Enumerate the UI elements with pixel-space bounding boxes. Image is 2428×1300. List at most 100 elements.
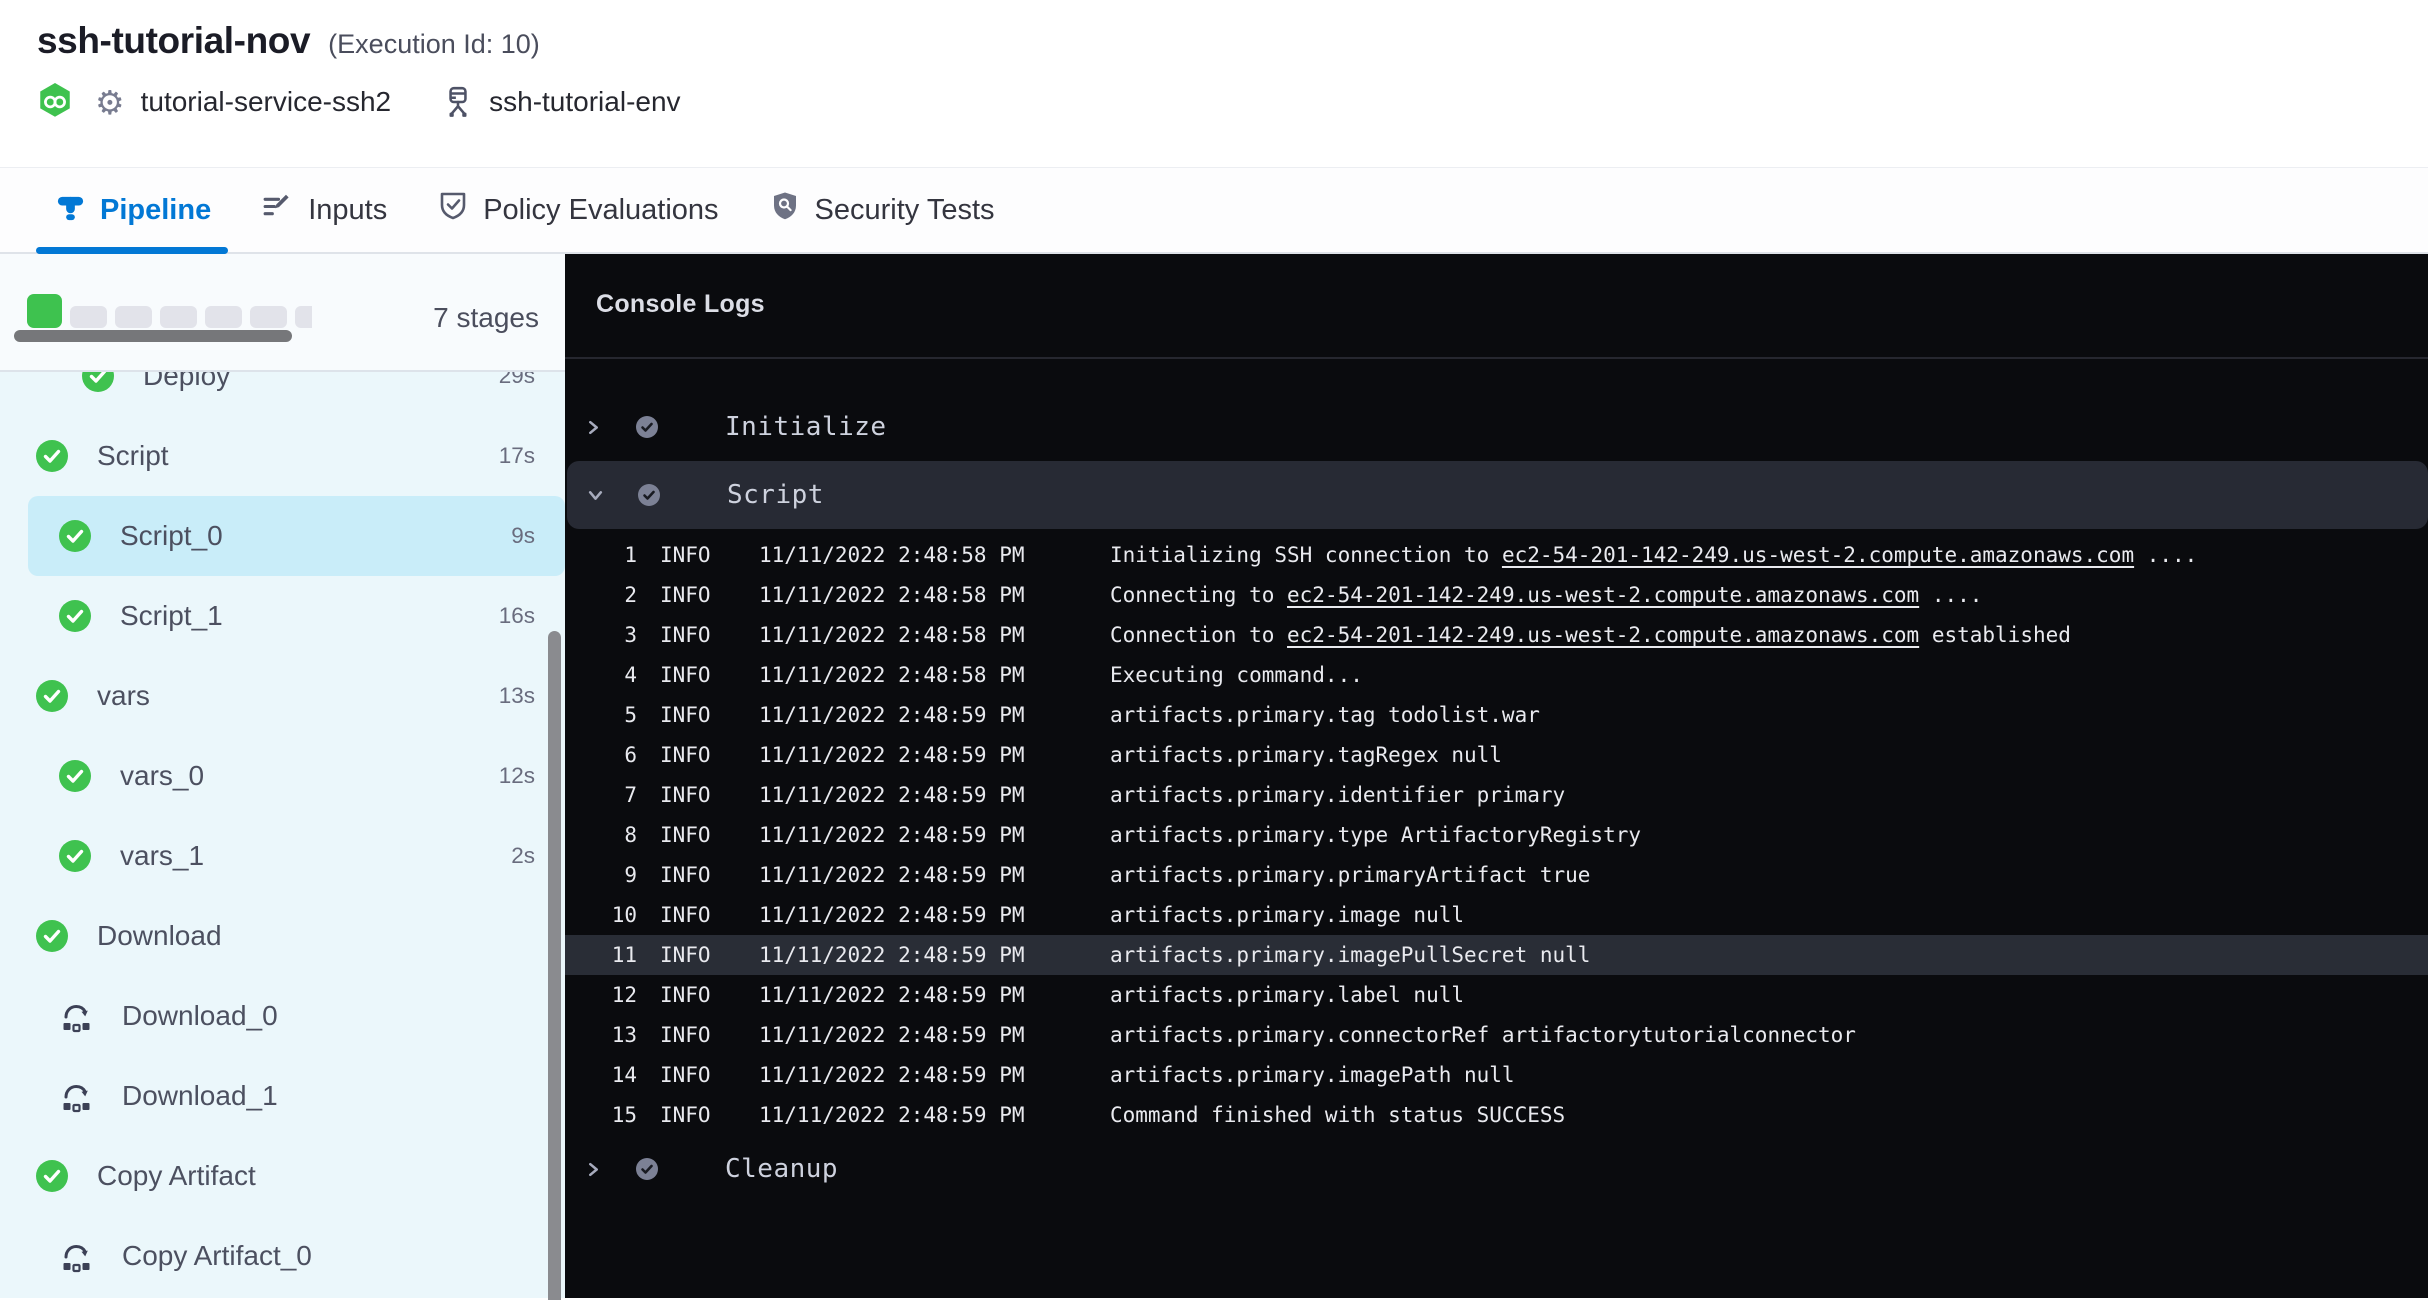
- tab-policy-evaluations[interactable]: Policy Evaluations: [437, 168, 718, 252]
- log-row-12: 12INFO11/11/2022 2:48:59 PMartifacts.pri…: [565, 975, 2428, 1015]
- progress-square-5[interactable]: [205, 306, 242, 328]
- progress-square-2[interactable]: [70, 306, 107, 328]
- log-line-number: 14: [565, 1063, 637, 1087]
- log-line-number: 6: [565, 743, 637, 767]
- log-row-7: 7INFO11/11/2022 2:48:59 PMartifacts.prim…: [565, 775, 2428, 815]
- stage-duration: 12s: [499, 763, 535, 789]
- log-level: INFO: [660, 543, 710, 567]
- log-level: INFO: [660, 703, 710, 727]
- stage-row-vars-0[interactable]: vars_012s: [28, 736, 565, 816]
- stage-progress-minimap[interactable]: [27, 294, 312, 328]
- stage-row-script-0[interactable]: Script_09s: [28, 496, 565, 576]
- log-message: Connecting to ec2-54-201-142-249.us-west…: [1110, 583, 1982, 607]
- progress-square-7[interactable]: [295, 306, 312, 328]
- stage-row-script[interactable]: Script17s: [28, 416, 565, 496]
- log-line-number: 15: [565, 1103, 637, 1127]
- log-row-5: 5INFO11/11/2022 2:48:59 PMartifacts.prim…: [565, 695, 2428, 735]
- success-check-icon: [36, 680, 68, 712]
- environment-name[interactable]: ssh-tutorial-env: [489, 86, 680, 118]
- stage-duration: 16s: [499, 603, 535, 629]
- log-section-initialize[interactable]: Initialize: [565, 406, 2428, 448]
- tab-inputs[interactable]: Inputs: [261, 168, 387, 252]
- log-text: artifacts.primary.tag todolist.war: [1110, 703, 1540, 727]
- tab-security-tests[interactable]: Security Tests: [769, 168, 995, 252]
- gear-icon: ⚙: [95, 86, 125, 119]
- stage-row-download-1[interactable]: Download_1: [28, 1056, 565, 1136]
- log-section-script[interactable]: Script: [567, 461, 2428, 529]
- log-message: Command finished with status SUCCESS: [1110, 1103, 1565, 1127]
- main-content: 7 stages Deploy29sScript17sScript_09sScr…: [0, 254, 2428, 1298]
- log-row-13: 13INFO11/11/2022 2:48:59 PMartifacts.pri…: [565, 1015, 2428, 1055]
- log-text: artifacts.primary.imagePath null: [1110, 1063, 1515, 1087]
- stage-label: Copy Artifact_0: [122, 1240, 312, 1272]
- log-line-number: 7: [565, 783, 637, 807]
- log-timestamp: 11/11/2022 2:48:59 PM: [759, 743, 1025, 767]
- log-text: artifacts.primary.imagePullSecret null: [1110, 943, 1590, 967]
- sidebar-vertical-scrollbar[interactable]: [548, 631, 561, 1300]
- success-check-icon: [36, 440, 68, 472]
- success-check-icon: [82, 372, 114, 392]
- log-message: Initializing SSH connection to ec2-54-20…: [1110, 543, 2197, 567]
- stage-label: Script_0: [120, 520, 223, 552]
- log-timestamp: 11/11/2022 2:48:59 PM: [759, 1103, 1025, 1127]
- log-timestamp: 11/11/2022 2:48:58 PM: [759, 543, 1025, 567]
- log-text: established: [1919, 623, 2071, 647]
- progress-square-3[interactable]: [115, 306, 152, 328]
- log-message: artifacts.primary.label null: [1110, 983, 1464, 1007]
- log-level: INFO: [660, 943, 710, 967]
- log-timestamp: 11/11/2022 2:48:58 PM: [759, 663, 1025, 687]
- stage-row-script-1[interactable]: Script_116s: [28, 576, 565, 656]
- stage-row-deploy[interactable]: Deploy29s: [28, 372, 565, 416]
- progress-square-6[interactable]: [250, 306, 287, 328]
- host-link[interactable]: ec2-54-201-142-249.us-west-2.compute.ama…: [1287, 583, 1919, 607]
- stage-label: Download_1: [122, 1080, 278, 1112]
- log-text: Executing command...: [1110, 663, 1363, 687]
- host-link[interactable]: ec2-54-201-142-249.us-west-2.compute.ama…: [1502, 543, 2134, 567]
- log-line-number: 12: [565, 983, 637, 1007]
- progress-square-1[interactable]: [27, 294, 62, 328]
- log-text: ....: [2134, 543, 2197, 567]
- log-text: Initializing SSH connection to: [1110, 543, 1502, 567]
- section-label: Initialize: [725, 412, 887, 442]
- log-message: artifacts.primary.connectorRef artifacto…: [1110, 1023, 1856, 1047]
- log-message: artifacts.primary.imagePath null: [1110, 1063, 1515, 1087]
- log-level: INFO: [660, 783, 710, 807]
- stage-row-download[interactable]: Download: [28, 896, 565, 976]
- service-name[interactable]: tutorial-service-ssh2: [141, 86, 392, 118]
- log-message: Executing command...: [1110, 663, 1363, 687]
- stage-row-download-0[interactable]: Download_0: [28, 976, 565, 1056]
- log-row-14: 14INFO11/11/2022 2:48:59 PMartifacts.pri…: [565, 1055, 2428, 1095]
- stage-label: Deploy: [143, 372, 230, 392]
- stage-row-copy-artifact[interactable]: Copy Artifact: [28, 1136, 565, 1216]
- stage-row-vars-1[interactable]: vars_12s: [28, 816, 565, 896]
- log-level: INFO: [660, 1023, 710, 1047]
- log-timestamp: 11/11/2022 2:48:58 PM: [759, 583, 1025, 607]
- tab-pipeline[interactable]: Pipeline: [55, 168, 211, 252]
- success-check-icon: [59, 760, 91, 792]
- log-line-number: 2: [565, 583, 637, 607]
- stage-label: Download: [97, 920, 222, 952]
- log-text: artifacts.primary.tagRegex null: [1110, 743, 1502, 767]
- stages-count-label: 7 stages: [433, 302, 539, 334]
- log-line-number: 1: [565, 543, 637, 567]
- log-message: Connection to ec2-54-201-142-249.us-west…: [1110, 623, 2071, 647]
- progress-square-4[interactable]: [160, 306, 197, 328]
- log-section-cleanup[interactable]: Cleanup: [565, 1148, 2428, 1190]
- stage-duration: 2s: [511, 843, 535, 869]
- log-timestamp: 11/11/2022 2:48:59 PM: [759, 1023, 1025, 1047]
- log-message: artifacts.primary.type ArtifactoryRegist…: [1110, 823, 1641, 847]
- title-row: ssh-tutorial-nov (Execution Id: 10): [37, 20, 2428, 62]
- log-message: artifacts.primary.imagePullSecret null: [1110, 943, 1590, 967]
- log-level: INFO: [660, 623, 710, 647]
- stage-row-vars[interactable]: vars13s: [28, 656, 565, 736]
- chevron-right-icon: [585, 419, 603, 436]
- execution-tabbar: Pipeline Inputs Policy Evaluations Security…: [0, 168, 2428, 254]
- log-row-3: 3INFO11/11/2022 2:48:58 PMConnection to …: [565, 615, 2428, 655]
- log-level: INFO: [660, 1103, 710, 1127]
- status-check-icon: [636, 1158, 658, 1180]
- horizontal-scrollbar[interactable]: [14, 330, 292, 342]
- host-link[interactable]: ec2-54-201-142-249.us-west-2.compute.ama…: [1287, 623, 1919, 647]
- stage-row-copy-artifact-0[interactable]: Copy Artifact_0: [28, 1216, 565, 1296]
- chevron-right-icon: [585, 1161, 603, 1178]
- log-row-6: 6INFO11/11/2022 2:48:59 PMartifacts.prim…: [565, 735, 2428, 775]
